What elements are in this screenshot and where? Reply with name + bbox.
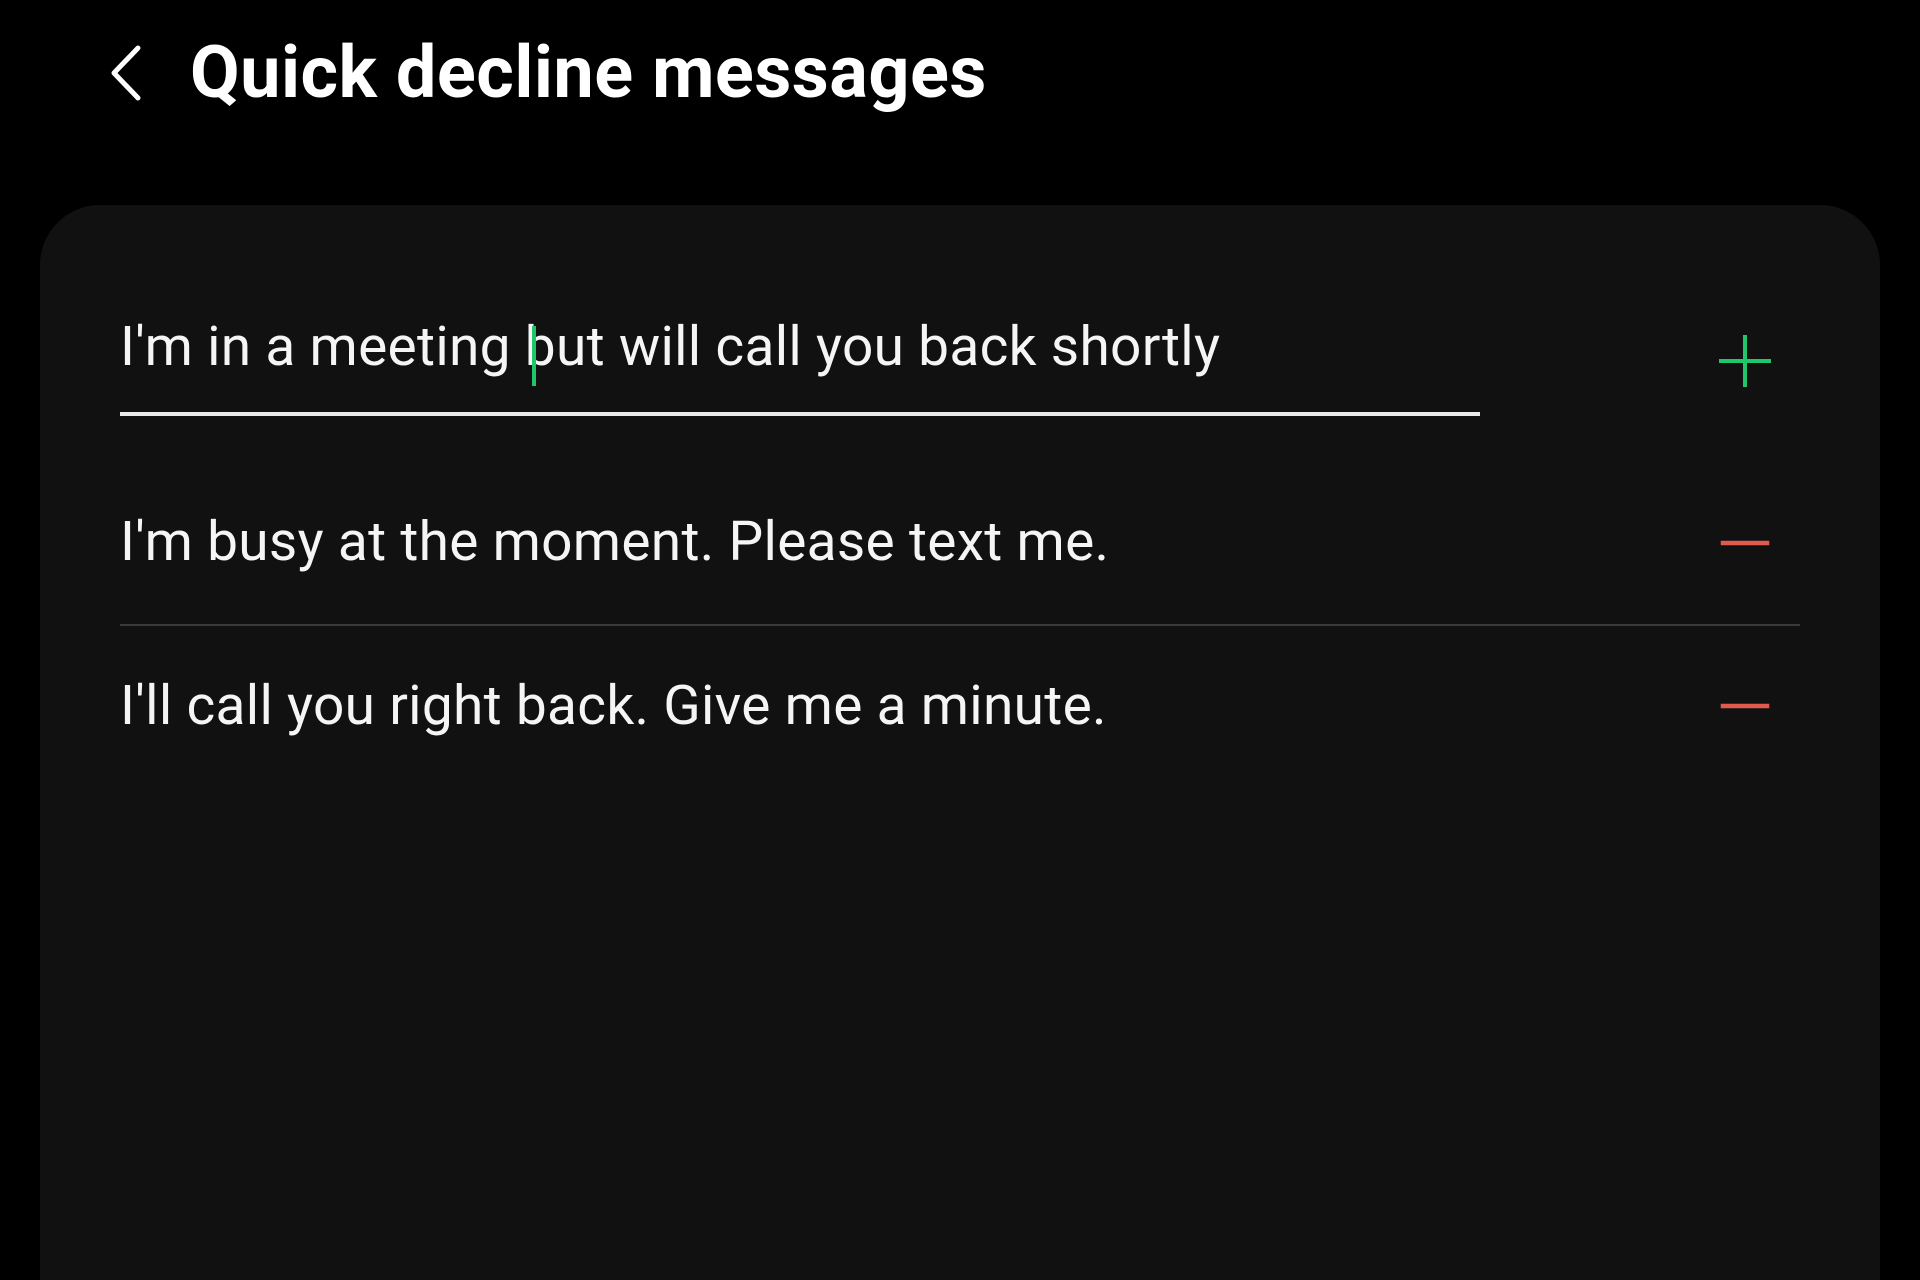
remove-message-button[interactable] bbox=[1710, 508, 1780, 578]
new-message-input[interactable]: I'm in a meeting but will call you back … bbox=[120, 305, 1480, 416]
divider bbox=[120, 624, 1800, 626]
message-row[interactable]: I'm busy at the moment. Please text me. bbox=[120, 466, 1800, 619]
plus-icon bbox=[1717, 333, 1773, 389]
minus-icon bbox=[1717, 515, 1773, 571]
back-button[interactable] bbox=[100, 48, 150, 98]
add-message-button[interactable] bbox=[1710, 326, 1780, 396]
header: Quick decline messages bbox=[0, 0, 1920, 175]
chevron-left-icon bbox=[108, 44, 142, 102]
message-text: I'm busy at the moment. Please text me. bbox=[120, 500, 1650, 585]
text-caret bbox=[532, 326, 536, 386]
message-text: I'll call you right back. Give me a minu… bbox=[120, 664, 1650, 749]
new-message-row: I'm in a meeting but will call you back … bbox=[120, 305, 1800, 466]
message-row[interactable]: I'll call you right back. Give me a minu… bbox=[120, 630, 1800, 783]
messages-panel: I'm in a meeting but will call you back … bbox=[40, 205, 1880, 1280]
remove-message-button[interactable] bbox=[1710, 671, 1780, 741]
minus-icon bbox=[1717, 678, 1773, 734]
page-title: Quick decline messages bbox=[190, 30, 987, 115]
